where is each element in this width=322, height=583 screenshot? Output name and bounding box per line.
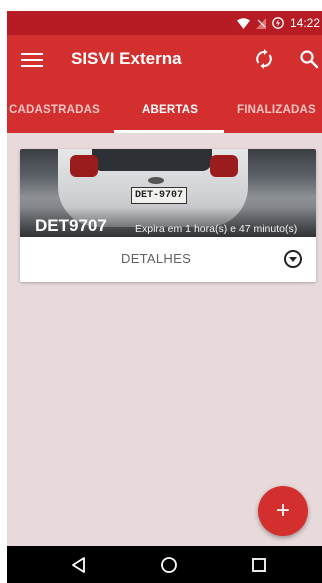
sync-icon[interactable]: [253, 48, 275, 70]
menu-icon[interactable]: [21, 49, 43, 71]
expiration-text: Expira em 1 hora(s) e 47 minuto(s): [135, 223, 298, 235]
search-icon[interactable]: [298, 48, 320, 70]
tab-finalizadas[interactable]: FINALIZADAS: [237, 87, 316, 133]
android-nav-bar: [7, 546, 322, 583]
back-icon[interactable]: [70, 556, 88, 574]
card-actions: DETALHES: [20, 237, 316, 282]
tab-bar: CADASTRADAS ABERTAS FINALIZADAS: [7, 87, 322, 133]
app-title: SISVI Externa: [71, 49, 182, 68]
tab-abertas[interactable]: ABERTAS: [142, 87, 198, 133]
home-icon[interactable]: [160, 556, 178, 574]
app-bar: SISVI Externa: [7, 35, 322, 87]
battery-charging-icon: [272, 17, 284, 29]
tab-cadastradas[interactable]: CADASTRADAS: [9, 87, 100, 133]
wifi-icon: [236, 17, 250, 29]
content-area: DET-9707 DET9707 Expira em 1 hora(s) e 4…: [7, 133, 322, 546]
add-button[interactable]: +: [258, 486, 308, 536]
no-signal-icon: [255, 17, 266, 29]
status-bar: 14:22: [7, 11, 322, 35]
car-window: [92, 149, 212, 171]
recents-icon[interactable]: [250, 556, 268, 574]
vehicle-card[interactable]: DET-9707 DET9707 Expira em 1 hora(s) e 4…: [20, 149, 316, 282]
car-taillight-right: [210, 155, 238, 177]
vehicle-plate: DET9707: [35, 216, 107, 235]
car-taillight-left: [70, 155, 98, 177]
status-time: 14:22: [289, 16, 320, 30]
vehicle-photo: DET-9707 DET9707 Expira em 1 hora(s) e 4…: [20, 149, 316, 237]
car-logo: [148, 177, 164, 184]
details-button[interactable]: DETALHES: [121, 251, 191, 266]
expand-icon[interactable]: [284, 250, 302, 268]
license-plate-photo: DET-9707: [131, 187, 187, 204]
